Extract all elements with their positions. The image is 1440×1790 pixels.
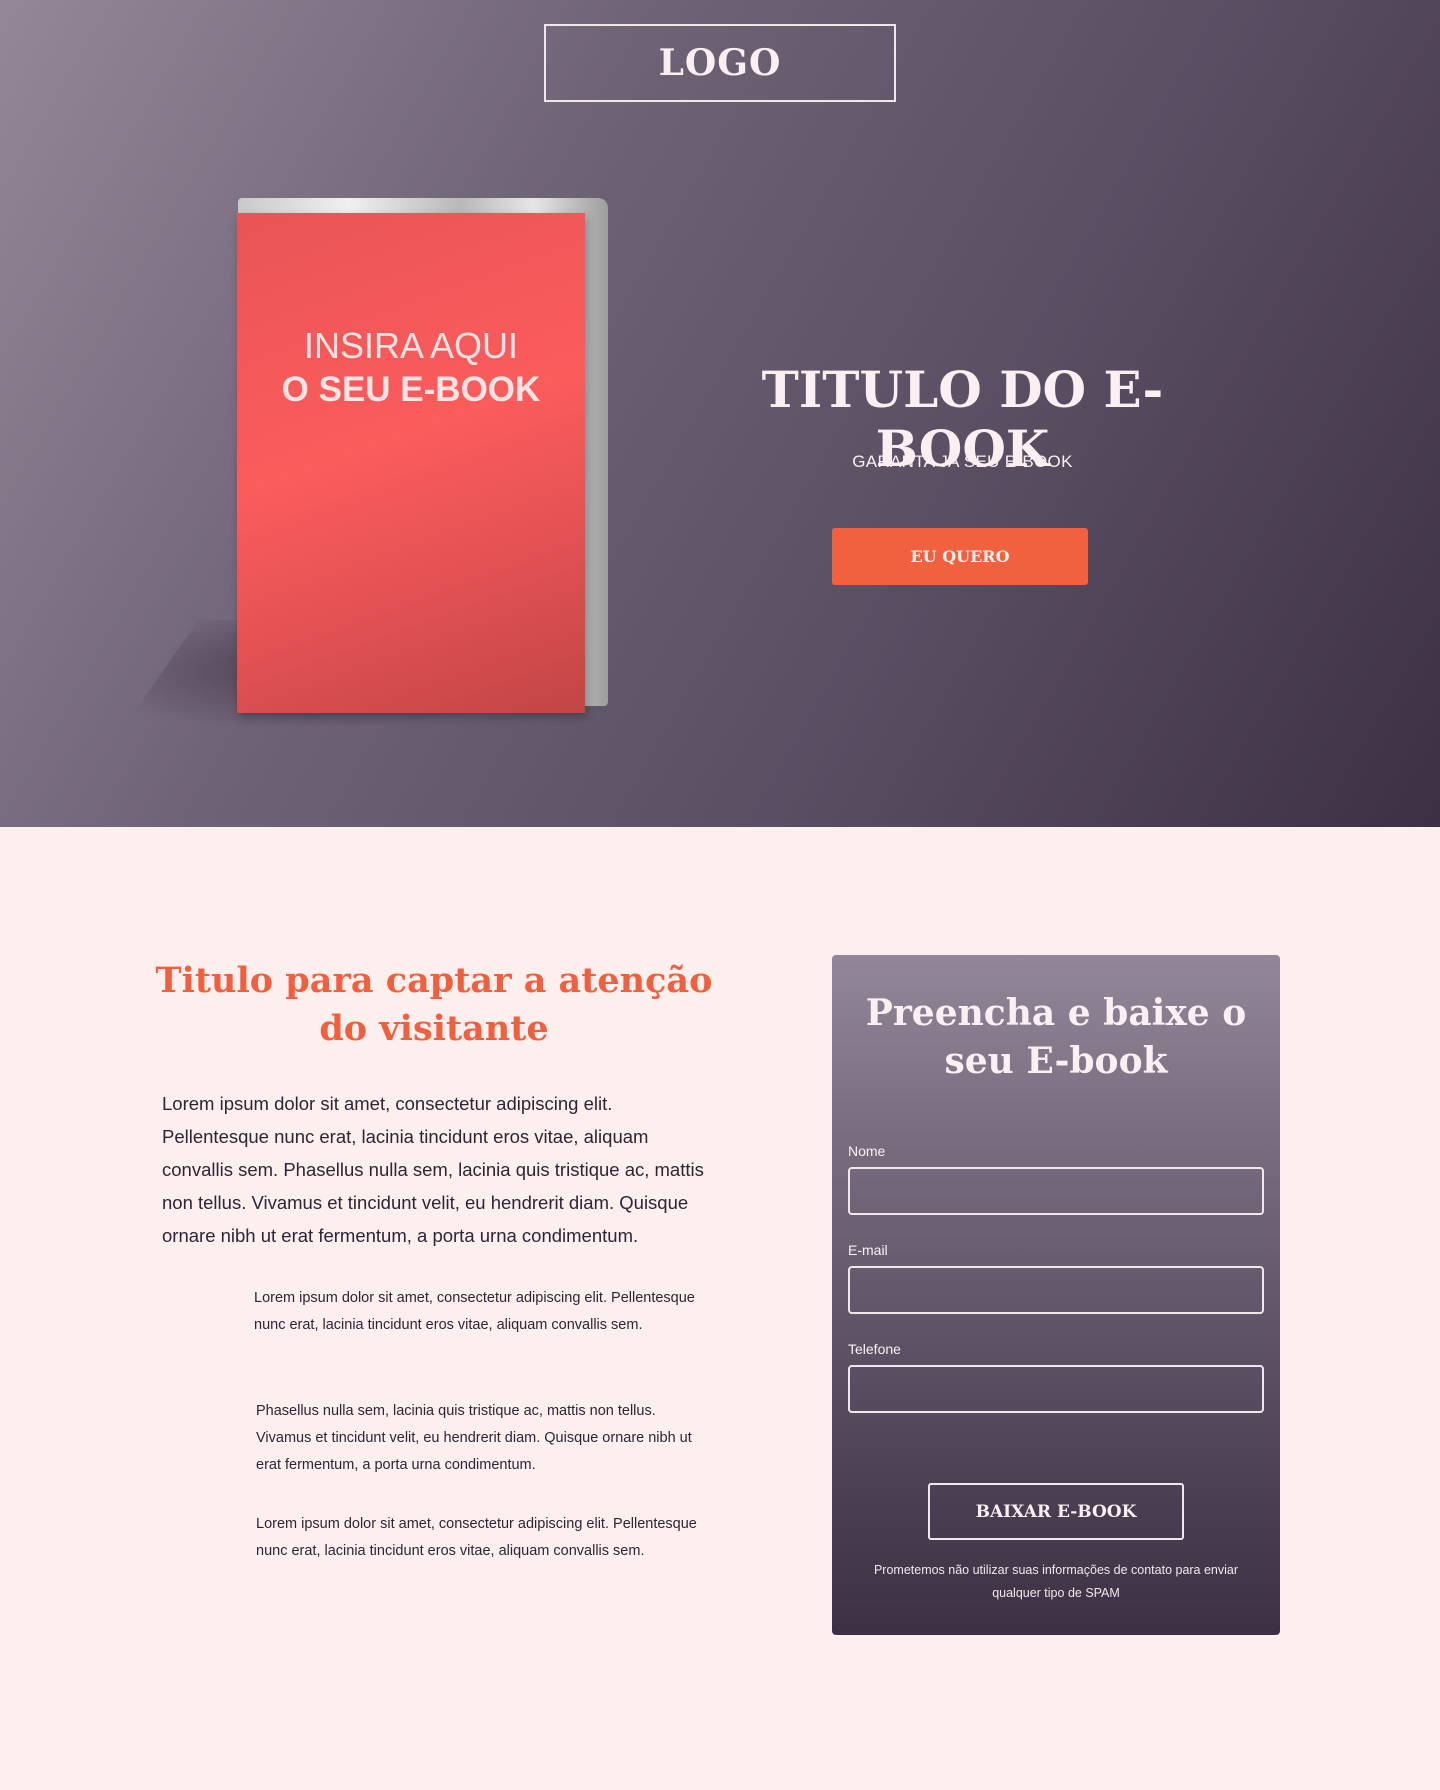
ebook-cover-image: INSIRA AQUI O SEU E-BOOK — [237, 213, 585, 713]
privacy-note: Prometemos não utilizar suas informações… — [873, 1563, 1239, 1600]
email-input[interactable] — [848, 1266, 1264, 1314]
email-label: E-mail — [848, 1242, 888, 1258]
ebook-cover-line1: INSIRA AQUI — [303, 325, 519, 366]
paragraph-1: Lorem ipsum dolor sit amet, consectetur … — [254, 1290, 695, 1333]
baixar-ebook-button[interactable]: BAIXAR E-BOOK — [928, 1483, 1184, 1540]
form-title: Preencha e baixe o seu E-book — [865, 992, 1247, 1082]
hero-section: LOGO INSIRA AQUI O SEU E-BOOK TITULO DO … — [0, 0, 1440, 827]
content-section: Titulo para captar a atenção do visitant… — [0, 827, 1440, 1790]
paragraph-3: Lorem ipsum dolor sit amet, consectetur … — [256, 1516, 697, 1559]
logo[interactable]: LOGO — [544, 24, 896, 102]
telefone-input[interactable] — [848, 1365, 1264, 1413]
paragraph-2: Phasellus nulla sem, lacinia quis tristi… — [256, 1403, 692, 1473]
hero-subtitle: GARANTA JA SEU E-BOOK — [852, 452, 1073, 471]
telefone-label: Telefone — [848, 1341, 901, 1357]
download-form: Preencha e baixe o seu E-book Nome E-mai… — [832, 955, 1280, 1635]
section-title: Titulo para captar a atenção do visitant… — [155, 960, 713, 1049]
eu-quero-button[interactable]: EU QUERO — [832, 528, 1088, 585]
nome-label: Nome — [848, 1143, 886, 1159]
lead-paragraph: Lorem ipsum dolor sit amet, consectetur … — [162, 1093, 704, 1246]
nome-input[interactable] — [848, 1167, 1264, 1215]
ebook-cover-line2: O SEU E-BOOK — [281, 370, 541, 409]
